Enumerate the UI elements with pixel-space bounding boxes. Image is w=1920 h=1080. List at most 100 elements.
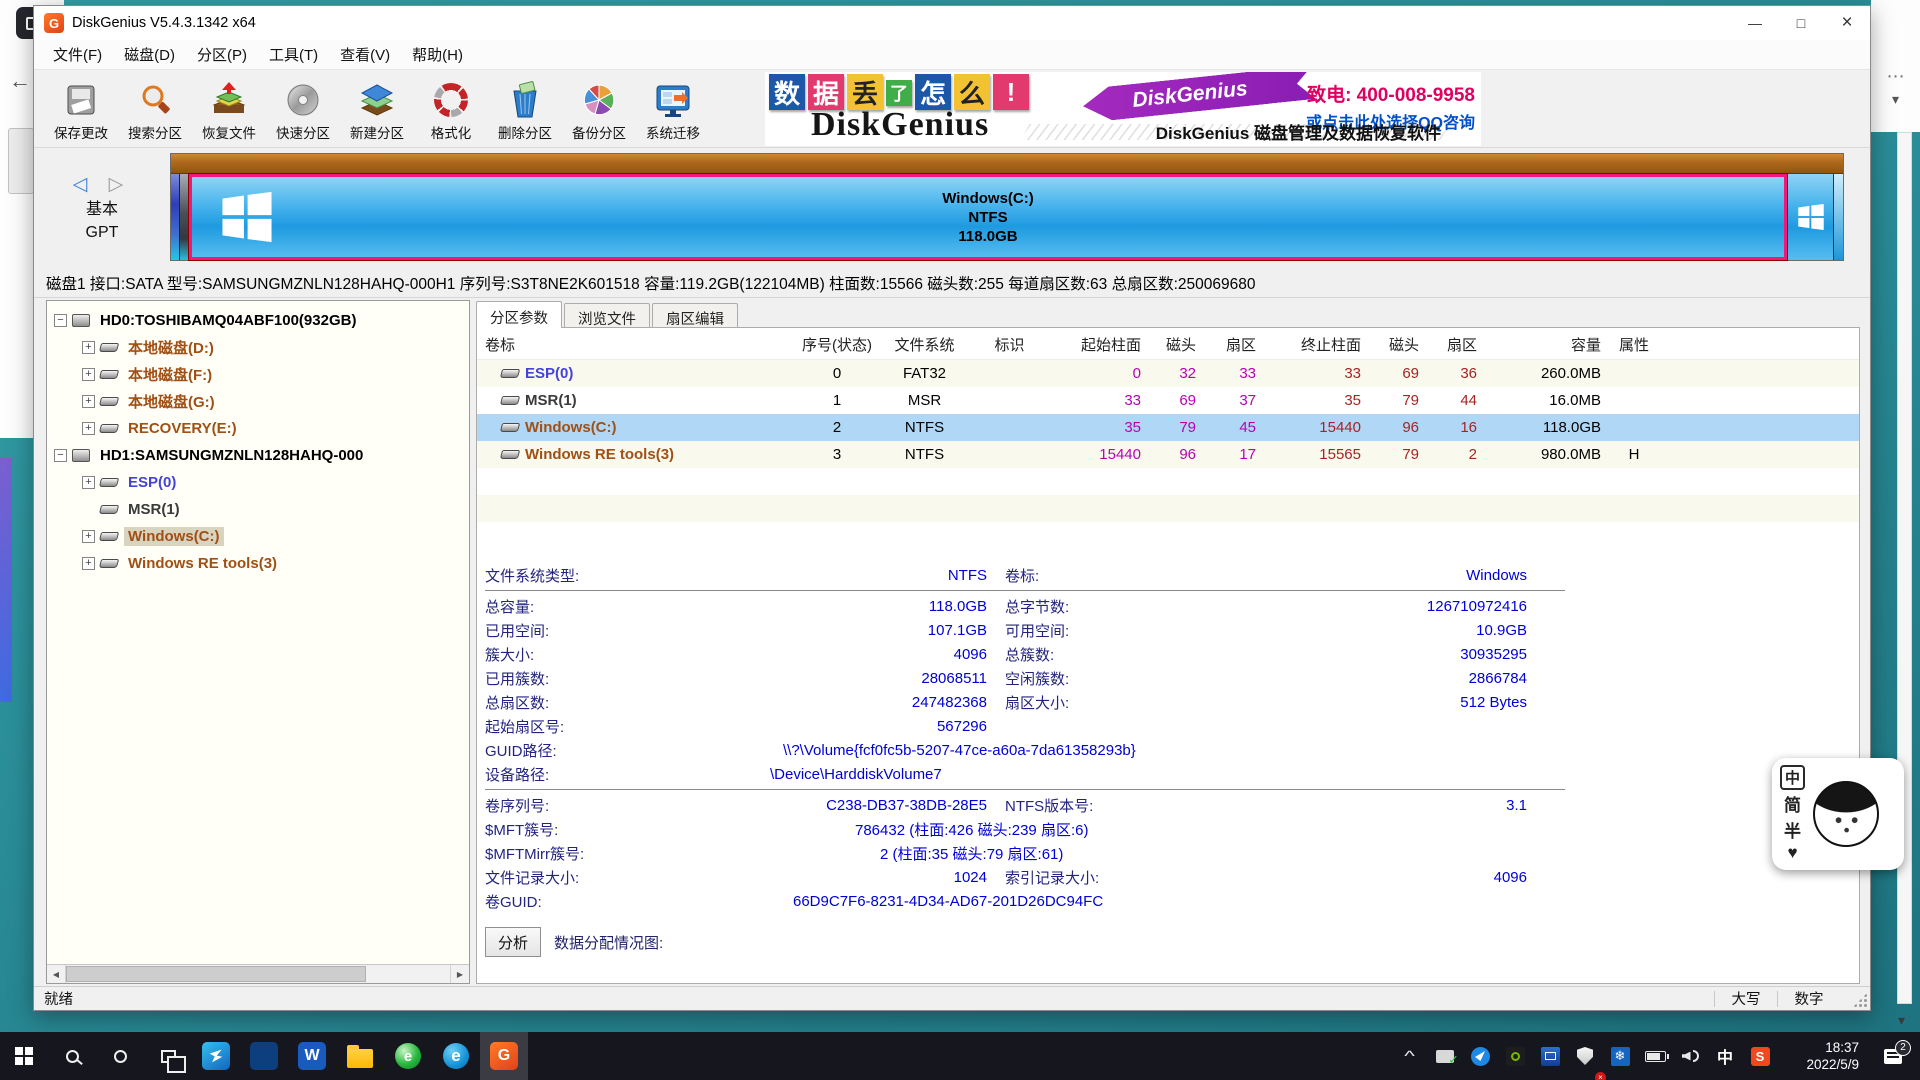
resize-grip[interactable] bbox=[1840, 987, 1870, 1010]
expand-icon[interactable]: + bbox=[82, 530, 95, 543]
format-button[interactable]: 格式化 bbox=[414, 70, 488, 147]
heart-icon[interactable]: ♥ bbox=[1787, 843, 1797, 863]
expand-icon[interactable]: + bbox=[82, 395, 95, 408]
backup-partition-button[interactable]: 备份分区 bbox=[562, 70, 636, 147]
disc-icon bbox=[283, 80, 323, 120]
new-partition-button[interactable]: 新建分区 bbox=[340, 70, 414, 147]
notification-badge: 2 bbox=[1895, 1040, 1911, 1056]
menu-help[interactable]: 帮助(H) bbox=[401, 40, 474, 69]
system-migration-button[interactable]: 系统迁移 bbox=[636, 70, 710, 147]
recover-files-button[interactable]: 恢复文件 bbox=[192, 70, 266, 147]
table-row-esp[interactable]: ESP(0) 0 FAT32 0 32 33 33 69 36 260.0MB bbox=[477, 360, 1859, 387]
tree-item-local-f[interactable]: + 本地磁盘(F:) bbox=[47, 361, 469, 388]
partition-block-free[interactable] bbox=[1833, 174, 1843, 260]
partition-params-content: 卷标 序号(状态) 文件系统 标识 起始柱面 磁头 扇区 终止柱面 磁头 扇区 … bbox=[476, 327, 1860, 984]
taskbar-app-grid[interactable] bbox=[240, 1032, 288, 1080]
tree-item-hd1[interactable]: − HD1:SAMSUNGMZNLN128HAHQ-000 bbox=[47, 442, 469, 469]
task-view-button[interactable] bbox=[144, 1032, 192, 1080]
taskbar-app-feishu[interactable] bbox=[192, 1032, 240, 1080]
tree-item-windows-re[interactable]: + Windows RE tools(3) bbox=[47, 550, 469, 577]
tree-item-recovery-e[interactable]: + RECOVERY(E:) bbox=[47, 415, 469, 442]
tray-nvidia-icon[interactable] bbox=[1499, 1032, 1531, 1080]
expand-icon[interactable]: + bbox=[82, 368, 95, 381]
minimize-button[interactable]: — bbox=[1732, 6, 1778, 40]
ime-status-widget[interactable]: 中 简 半 ♥ bbox=[1772, 758, 1904, 870]
scroll-down-icon[interactable]: ▾ bbox=[1898, 1012, 1905, 1029]
table-row-msr[interactable]: MSR(1) 1 MSR 33 69 37 35 79 44 16.0MB bbox=[477, 387, 1859, 414]
save-changes-button[interactable]: 保存更改 bbox=[44, 70, 118, 147]
background-scrollbar[interactable]: ▾ bbox=[1897, 132, 1912, 1004]
tree-item-windows-c[interactable]: + Windows(C:) bbox=[47, 523, 469, 550]
tray-defender-icon[interactable]: × bbox=[1569, 1032, 1601, 1080]
collapse-icon[interactable]: − bbox=[54, 314, 67, 327]
tray-sogou-icon[interactable]: S bbox=[1744, 1032, 1776, 1080]
menu-disk[interactable]: 磁盘(D) bbox=[113, 40, 186, 69]
table-row-windows-re[interactable]: Windows RE tools(3) 3 NTFS 15440 96 17 1… bbox=[477, 441, 1859, 468]
prev-disk-arrow[interactable]: ◁ bbox=[73, 174, 96, 195]
taskbar-app-word[interactable]: W bbox=[288, 1032, 336, 1080]
expand-icon[interactable]: + bbox=[82, 422, 95, 435]
start-button[interactable] bbox=[0, 1032, 48, 1080]
expand-icon[interactable]: + bbox=[82, 557, 95, 570]
disk-icon bbox=[72, 314, 90, 327]
taskbar-app-edge[interactable]: e bbox=[432, 1032, 480, 1080]
data-allocation-label: 数据分配情况图: bbox=[554, 932, 663, 953]
partition-block-msr[interactable] bbox=[180, 174, 189, 260]
tree-item-local-g[interactable]: + 本地磁盘(G:) bbox=[47, 388, 469, 415]
tree-item-local-d[interactable]: + 本地磁盘(D:) bbox=[47, 334, 469, 361]
tree-item-esp[interactable]: + ESP(0) bbox=[47, 469, 469, 496]
promo-banner[interactable]: 数 据 丢 了 怎 么 ! DiskGenius DiskGenius 致电: … bbox=[765, 72, 1481, 146]
disk-header-strip[interactable] bbox=[171, 154, 1843, 174]
menu-view[interactable]: 查看(V) bbox=[329, 40, 401, 69]
collapse-icon[interactable]: − bbox=[54, 449, 67, 462]
cortana-button[interactable] bbox=[96, 1032, 144, 1080]
next-disk-arrow[interactable]: ▷ bbox=[109, 174, 132, 195]
tray-printer-icon[interactable] bbox=[1429, 1032, 1461, 1080]
tray-volume-icon[interactable] bbox=[1674, 1032, 1706, 1080]
tree-item-hd0[interactable]: − HD0:TOSHIBAMQ04ABF100(932GB) bbox=[47, 307, 469, 334]
tray-battery-icon[interactable] bbox=[1639, 1032, 1671, 1080]
partition-icon bbox=[500, 423, 520, 432]
tray-chevron-up[interactable]: ^ bbox=[1394, 1032, 1426, 1080]
tree-item-msr[interactable]: MSR(1) bbox=[47, 496, 469, 523]
tray-intel-graphics-icon[interactable] bbox=[1534, 1032, 1566, 1080]
partition-block-re-tools[interactable] bbox=[1787, 174, 1833, 260]
menu-partition[interactable]: 分区(P) bbox=[186, 40, 258, 69]
menu-file[interactable]: 文件(F) bbox=[42, 40, 113, 69]
table-header: 卷标 序号(状态) 文件系统 标识 起始柱面 磁头 扇区 终止柱面 磁头 扇区 … bbox=[477, 330, 1859, 360]
tab-sector-edit[interactable]: 扇区编辑 bbox=[652, 303, 738, 328]
scroll-right-icon[interactable]: ▶ bbox=[450, 965, 469, 983]
chevron-down-icon[interactable]: ▾ bbox=[1892, 91, 1899, 108]
scroll-left-icon[interactable]: ◀ bbox=[47, 965, 66, 983]
search-partition-button[interactable]: 搜索分区 bbox=[118, 70, 192, 147]
tab-browse-files[interactable]: 浏览文件 bbox=[564, 303, 650, 328]
tree-horizontal-scrollbar[interactable]: ◀ ▶ bbox=[47, 964, 469, 983]
partition-block-esp[interactable] bbox=[171, 174, 180, 260]
edge-icon: e bbox=[443, 1043, 469, 1069]
taskbar-app-browser-green[interactable]: e bbox=[384, 1032, 432, 1080]
ellipsis-icon[interactable]: ⋯ bbox=[1887, 66, 1905, 87]
quick-partition-button[interactable]: 快速分区 bbox=[266, 70, 340, 147]
ime-mode-chinese[interactable]: 中 bbox=[1780, 765, 1805, 790]
delete-partition-button[interactable]: 删除分区 bbox=[488, 70, 562, 147]
tray-ime-indicator[interactable]: 中 bbox=[1709, 1032, 1741, 1080]
ime-mode-halfwidth[interactable]: 半 bbox=[1784, 817, 1801, 842]
expand-icon[interactable]: + bbox=[82, 476, 95, 489]
taskbar-app-diskgenius-active[interactable]: G bbox=[480, 1032, 528, 1080]
close-button[interactable]: × bbox=[1824, 6, 1870, 40]
taskbar-app-explorer[interactable] bbox=[336, 1032, 384, 1080]
expand-icon[interactable]: + bbox=[82, 341, 95, 354]
table-row-windows-c-selected[interactable]: Windows(C:) 2 NTFS 35 79 45 15440 96 16 … bbox=[477, 414, 1859, 441]
tab-partition-params[interactable]: 分区参数 bbox=[476, 301, 562, 328]
taskbar-clock[interactable]: 18:37 2022/5/9 bbox=[1779, 1039, 1867, 1073]
tray-bird-app-icon[interactable] bbox=[1464, 1032, 1496, 1080]
scrollbar-thumb[interactable] bbox=[66, 966, 366, 982]
tray-snowflake-icon[interactable]: ❄ bbox=[1604, 1032, 1636, 1080]
analyze-button[interactable]: 分析 bbox=[485, 927, 541, 957]
ime-mode-simplified[interactable]: 简 bbox=[1784, 791, 1801, 816]
taskbar-search-button[interactable] bbox=[48, 1032, 96, 1080]
partition-block-windows-c[interactable]: Windows(C:) NTFS 118.0GB bbox=[189, 174, 1787, 260]
menu-tools[interactable]: 工具(T) bbox=[258, 40, 329, 69]
maximize-button[interactable]: □ bbox=[1778, 6, 1824, 40]
action-center-button[interactable]: 2 bbox=[1870, 1049, 1916, 1064]
